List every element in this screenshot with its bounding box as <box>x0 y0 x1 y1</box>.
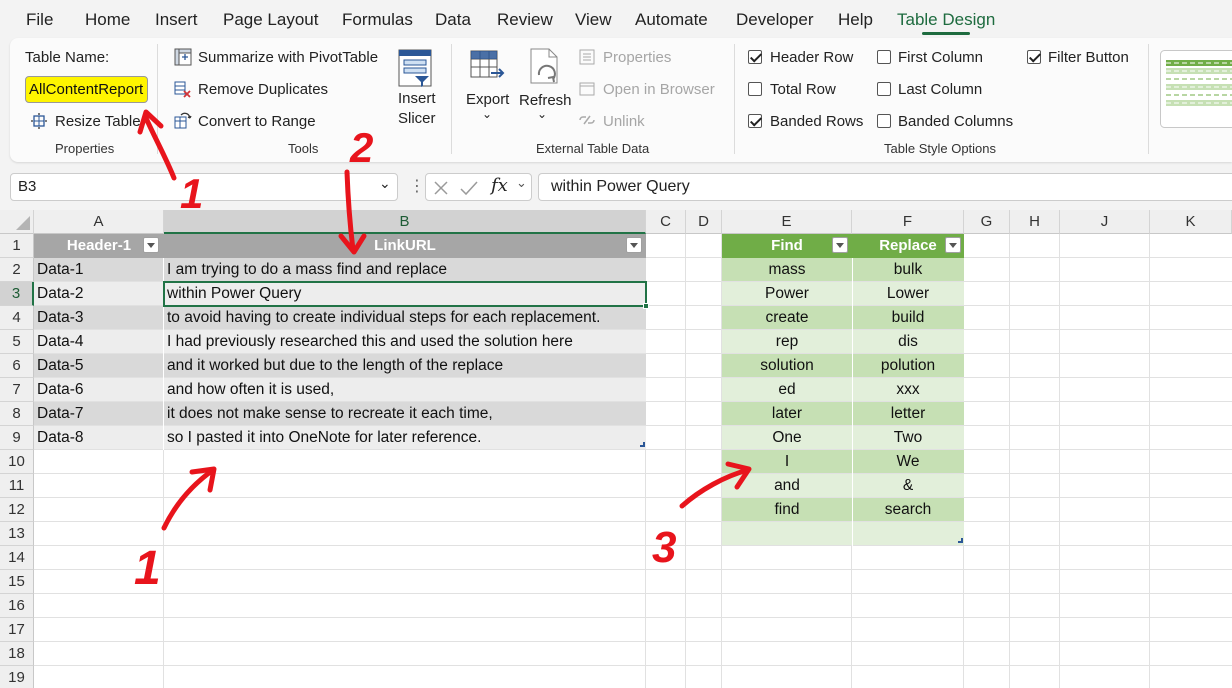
annotation-label-1: 1 <box>180 170 203 217</box>
annotation-arrow <box>344 169 356 253</box>
annotation-arrow <box>161 467 216 531</box>
annotation-label-3: 3 <box>652 523 676 572</box>
excel-window: File Home Insert Page Layout Formulas Da… <box>0 0 1232 688</box>
annotation-label-1b: 1 <box>134 542 161 595</box>
annotation-layer: 1 2 1 3 <box>134 109 752 595</box>
annotation-label-2: 2 <box>349 124 373 171</box>
